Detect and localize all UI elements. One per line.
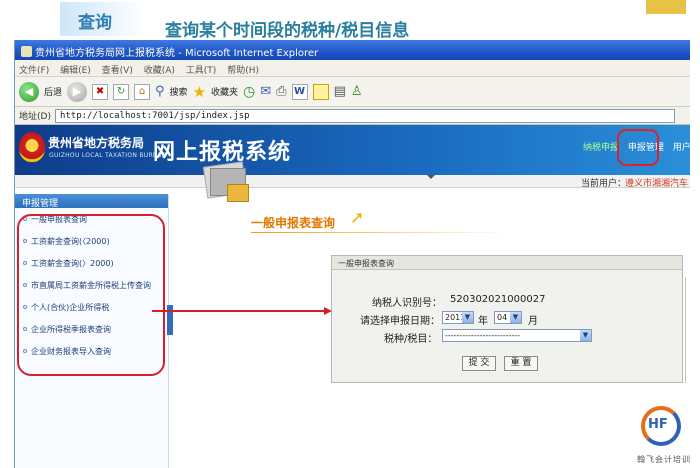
annotation-arrow-icon: [152, 307, 332, 315]
query-panel: 一般申报表查询 纳税人识别号： 520302021000027 请选择申报日期：…: [331, 255, 683, 383]
collapse-arrow-icon[interactable]: [427, 175, 435, 179]
logo-mark-text: HF: [648, 417, 668, 432]
title-arrow-icon: ➚: [350, 208, 365, 228]
menu-view[interactable]: 查看(V): [102, 66, 133, 76]
ie-icon: [21, 46, 32, 57]
declare-date-label: 请选择申报日期：: [360, 316, 440, 327]
corner-image: [646, 0, 686, 14]
menu-help[interactable]: 帮助(H): [227, 66, 259, 76]
banner-org-name: 贵州省地方税务局: [48, 136, 145, 150]
slide-header: 查询 查询某个时间段的税种/税目信息: [0, 0, 700, 42]
print-icon[interactable]: ⎙: [276, 84, 286, 99]
stop-icon[interactable]: ✖: [92, 83, 109, 100]
browser-window: 贵州省地方税务局网上报税系统 - Microsoft Internet Expl…: [14, 40, 690, 468]
tax-type-select-value: --------------------------: [445, 331, 521, 340]
current-user-label: 当前用户：: [581, 179, 627, 189]
chevron-down-icon[interactable]: ▼: [462, 312, 473, 323]
refresh-icon[interactable]: ↻: [113, 83, 130, 100]
back-arrow-icon[interactable]: ◀: [19, 81, 39, 102]
address-label: 地址(D): [19, 112, 51, 122]
month-select[interactable]: 04 ▼: [494, 311, 522, 324]
web-page: 贵州省地方税务局 GUIZHOU LOCAL TAXATION BUREAU 网…: [15, 125, 690, 468]
month-unit: 月: [528, 316, 538, 327]
panel-header: 一般申报表查询: [332, 256, 682, 270]
search-button-label[interactable]: 搜索: [170, 85, 188, 98]
tax-type-select[interactable]: -------------------------- ▼: [442, 329, 592, 342]
favorites-button-label[interactable]: 收藏夹: [211, 85, 238, 98]
menu-bar: 文件(F) 编辑(E) 查看(V) 收藏(A) 工具(T) 帮助(H): [15, 60, 690, 77]
tax-emblem-icon: [19, 132, 45, 162]
chevron-down-icon[interactable]: ▼: [580, 330, 591, 341]
slide-tag-text: 查询: [78, 13, 112, 33]
edit-icon[interactable]: W: [291, 83, 308, 100]
menu-file[interactable]: 文件(F): [19, 66, 49, 76]
highlight-circle-sidebar: [17, 214, 165, 376]
messenger-icon[interactable]: ♙: [351, 84, 363, 99]
submit-button[interactable]: 提 交: [462, 356, 496, 371]
address-input[interactable]: http://localhost:7001/jsp/index.jsp: [54, 108, 675, 123]
favorites-star-icon[interactable]: ★: [193, 83, 206, 101]
slide-tag: 查询: [60, 2, 150, 36]
taxpayer-id-label: 纳税人识别号：: [372, 298, 442, 309]
search-icon[interactable]: ⚲: [155, 84, 165, 99]
home-icon[interactable]: ⌂: [134, 83, 151, 100]
nav-user-manage[interactable]: 用户管理: [673, 143, 690, 153]
chevron-down-icon[interactable]: ▼: [510, 312, 521, 323]
page-title: 一般申报表查询: [251, 216, 336, 230]
year-select[interactable]: 2011 ▼: [442, 311, 474, 324]
logo-caption: 翰飞会计培训: [637, 455, 691, 464]
current-user-value: 遵义市湘湘汽车: [625, 179, 689, 189]
forward-arrow-icon[interactable]: ▶: [67, 81, 88, 102]
training-logo: HF 翰飞会计培训: [621, 404, 697, 468]
research-icon[interactable]: ▤: [334, 84, 346, 99]
back-button-label[interactable]: 后退: [44, 85, 62, 98]
sidebar: 申报管理 一般申报表查询 工资薪金查询(〈2000) 工资薪金查询(〉2000)…: [15, 194, 169, 468]
mail-icon[interactable]: ✉: [260, 84, 271, 99]
user-bar: 当前用户： 遵义市湘湘汽车: [15, 175, 690, 189]
toolbar: ◀ 后退 ▶ ✖ ↻ ⌂ ⚲ 搜索 ★ 收藏夹 ◷ ✉ ⎙ W ▤ ♙: [15, 77, 690, 107]
sidebar-header[interactable]: 申报管理: [15, 194, 168, 209]
banner-org-english: GUIZHOU LOCAL TAXATION BUREAU: [49, 152, 167, 159]
site-banner: 贵州省地方税务局 GUIZHOU LOCAL TAXATION BUREAU 网…: [15, 125, 690, 175]
taxpayer-id-value: 520302021000027: [450, 294, 546, 305]
menu-favorites[interactable]: 收藏(A): [144, 66, 175, 76]
banner-system-name: 网上报税系统: [153, 140, 292, 165]
nav-tax-declare[interactable]: 纳税申报: [583, 143, 619, 153]
title-divider: [251, 232, 511, 233]
highlight-circle-nav: [617, 129, 659, 166]
history-icon[interactable]: ◷: [243, 84, 255, 100]
address-bar: 地址(D) http://localhost:7001/jsp/index.js…: [15, 107, 690, 125]
report-folder-icon: [202, 161, 249, 202]
year-unit: 年: [478, 316, 488, 327]
discuss-icon[interactable]: [312, 83, 329, 100]
month-select-value: 04: [497, 313, 508, 322]
menu-tools[interactable]: 工具(T): [186, 66, 217, 76]
right-frame-edge: [685, 277, 690, 383]
reset-button[interactable]: 重 置: [504, 356, 538, 371]
menu-edit[interactable]: 编辑(E): [60, 66, 91, 76]
tax-type-label: 税种/税目：: [384, 334, 438, 345]
window-titlebar[interactable]: 贵州省地方税务局网上报税系统 - Microsoft Internet Expl…: [15, 40, 690, 60]
slide-title: 查询某个时间段的税种/税目信息: [165, 21, 410, 41]
window-title: 贵州省地方税务局网上报税系统 - Microsoft Internet Expl…: [35, 48, 319, 59]
